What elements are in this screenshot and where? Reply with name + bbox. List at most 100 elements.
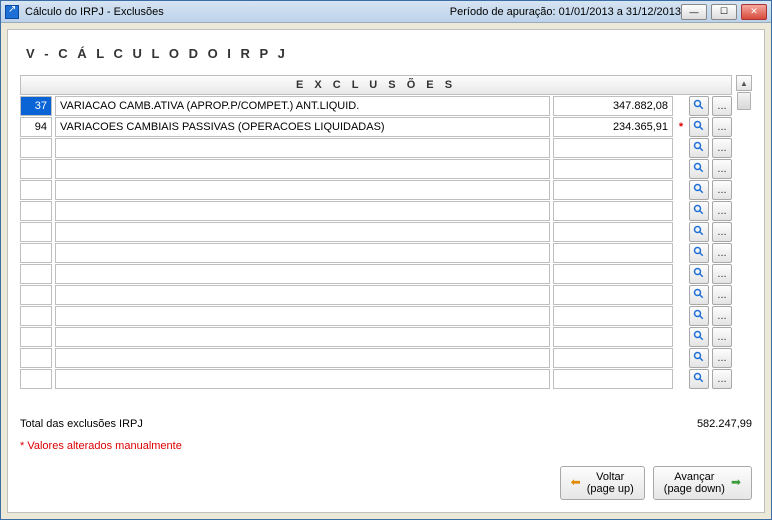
period-label: Período de apuração: 01/01/2013 a 31/12/…	[450, 6, 681, 18]
minimize-button[interactable]: —	[681, 4, 707, 20]
row-amount-cell[interactable]: 347.882,08	[553, 96, 673, 116]
row-description-cell[interactable]	[55, 222, 550, 242]
row-description-cell[interactable]	[55, 306, 550, 326]
row-description-cell[interactable]	[55, 348, 550, 368]
row-code-cell[interactable]	[20, 243, 52, 263]
row-manual-flag	[676, 327, 686, 347]
row-lookup-button[interactable]	[689, 348, 709, 368]
row-lookup-button[interactable]	[689, 201, 709, 221]
row-more-button[interactable]: ...	[712, 327, 732, 347]
row-code-cell[interactable]	[20, 159, 52, 179]
row-description-cell[interactable]	[55, 243, 550, 263]
row-code-cell[interactable]	[20, 369, 52, 389]
row-manual-flag: *	[676, 117, 686, 137]
row-code-cell[interactable]	[20, 138, 52, 158]
ellipsis-icon: ...	[717, 163, 726, 175]
row-more-button[interactable]: ...	[712, 264, 732, 284]
row-description-cell[interactable]: VARIACOES CAMBIAIS PASSIVAS (OPERACOES L…	[55, 117, 550, 137]
ellipsis-icon: ...	[717, 310, 726, 322]
row-manual-flag	[676, 96, 686, 116]
row-code-cell[interactable]	[20, 264, 52, 284]
row-code-cell[interactable]	[20, 306, 52, 326]
content-frame: V - C Á L C U L O D O I R P J E X C L U …	[7, 29, 765, 513]
ellipsis-icon: ...	[717, 226, 726, 238]
table-row: ...	[20, 138, 732, 158]
row-more-button[interactable]: ...	[712, 222, 732, 242]
row-description-cell[interactable]	[55, 264, 550, 284]
row-code-cell[interactable]	[20, 222, 52, 242]
next-button[interactable]: Avançar (page down) ➡	[653, 466, 752, 500]
row-amount-cell[interactable]	[553, 369, 673, 389]
row-more-button[interactable]: ...	[712, 285, 732, 305]
row-more-button[interactable]: ...	[712, 243, 732, 263]
row-amount-cell[interactable]	[553, 348, 673, 368]
row-amount-cell[interactable]	[553, 138, 673, 158]
row-lookup-button[interactable]	[689, 243, 709, 263]
row-lookup-button[interactable]	[689, 264, 709, 284]
row-amount-cell[interactable]	[553, 243, 673, 263]
table-row: ...	[20, 243, 732, 263]
search-icon	[693, 372, 705, 387]
row-more-button[interactable]: ...	[712, 117, 732, 137]
row-lookup-button[interactable]	[689, 369, 709, 389]
row-more-button[interactable]: ...	[712, 201, 732, 221]
row-description-cell[interactable]: VARIACAO CAMB.ATIVA (APROP.P/COMPET.) AN…	[55, 96, 550, 116]
row-amount-cell[interactable]	[553, 180, 673, 200]
row-lookup-button[interactable]	[689, 285, 709, 305]
row-description-cell[interactable]	[55, 138, 550, 158]
footer-nav: ⬅ Voltar (page up) Avançar (page down) ➡	[20, 452, 752, 500]
row-amount-cell[interactable]	[553, 222, 673, 242]
row-description-cell[interactable]	[55, 369, 550, 389]
row-lookup-button[interactable]	[689, 180, 709, 200]
row-more-button[interactable]: ...	[712, 159, 732, 179]
row-code-cell[interactable]	[20, 201, 52, 221]
row-lookup-button[interactable]	[689, 222, 709, 242]
row-amount-cell[interactable]	[553, 264, 673, 284]
row-amount-cell[interactable]: 234.365,91	[553, 117, 673, 137]
row-code-cell[interactable]	[20, 285, 52, 305]
row-lookup-button[interactable]	[689, 117, 709, 137]
row-code-cell[interactable]	[20, 180, 52, 200]
row-more-button[interactable]: ...	[712, 96, 732, 116]
row-amount-cell[interactable]	[553, 327, 673, 347]
row-code-cell[interactable]	[20, 327, 52, 347]
row-amount-cell[interactable]	[553, 306, 673, 326]
row-more-button[interactable]: ...	[712, 180, 732, 200]
table-row: ...	[20, 264, 732, 284]
row-more-button[interactable]: ...	[712, 348, 732, 368]
search-icon	[693, 120, 705, 135]
vertical-scrollbar[interactable]: ▲	[736, 75, 752, 412]
row-description-cell[interactable]	[55, 327, 550, 347]
row-description-cell[interactable]	[55, 159, 550, 179]
row-lookup-button[interactable]	[689, 306, 709, 326]
back-button-label: Voltar (page up)	[587, 471, 634, 495]
row-lookup-button[interactable]	[689, 327, 709, 347]
back-button[interactable]: ⬅ Voltar (page up)	[560, 466, 645, 500]
row-lookup-button[interactable]	[689, 96, 709, 116]
row-code-cell[interactable]	[20, 348, 52, 368]
scroll-up-icon[interactable]: ▲	[736, 75, 752, 91]
row-description-cell[interactable]	[55, 285, 550, 305]
row-description-cell[interactable]	[55, 201, 550, 221]
row-amount-cell[interactable]	[553, 285, 673, 305]
row-manual-flag	[676, 159, 686, 179]
row-more-button[interactable]: ...	[712, 306, 732, 326]
row-manual-flag	[676, 285, 686, 305]
row-lookup-button[interactable]	[689, 159, 709, 179]
row-amount-cell[interactable]	[553, 201, 673, 221]
row-amount-cell[interactable]	[553, 159, 673, 179]
manual-values-note: * Valores alterados manualmente	[20, 440, 752, 452]
row-more-button[interactable]: ...	[712, 138, 732, 158]
row-code-cell[interactable]: 94	[20, 117, 52, 137]
total-value: 582.247,99	[574, 418, 752, 430]
maximize-button[interactable]: ☐	[711, 4, 737, 20]
row-more-button[interactable]: ...	[712, 369, 732, 389]
row-code-cell[interactable]: 37	[20, 96, 52, 116]
table-row: 94VARIACOES CAMBIAIS PASSIVAS (OPERACOES…	[20, 117, 732, 137]
app-window: Cálculo do IRPJ - Exclusões Período de a…	[0, 0, 772, 520]
scroll-thumb[interactable]	[737, 92, 751, 110]
search-icon	[693, 141, 705, 156]
row-description-cell[interactable]	[55, 180, 550, 200]
row-lookup-button[interactable]	[689, 138, 709, 158]
close-button[interactable]: ✕	[741, 4, 767, 20]
